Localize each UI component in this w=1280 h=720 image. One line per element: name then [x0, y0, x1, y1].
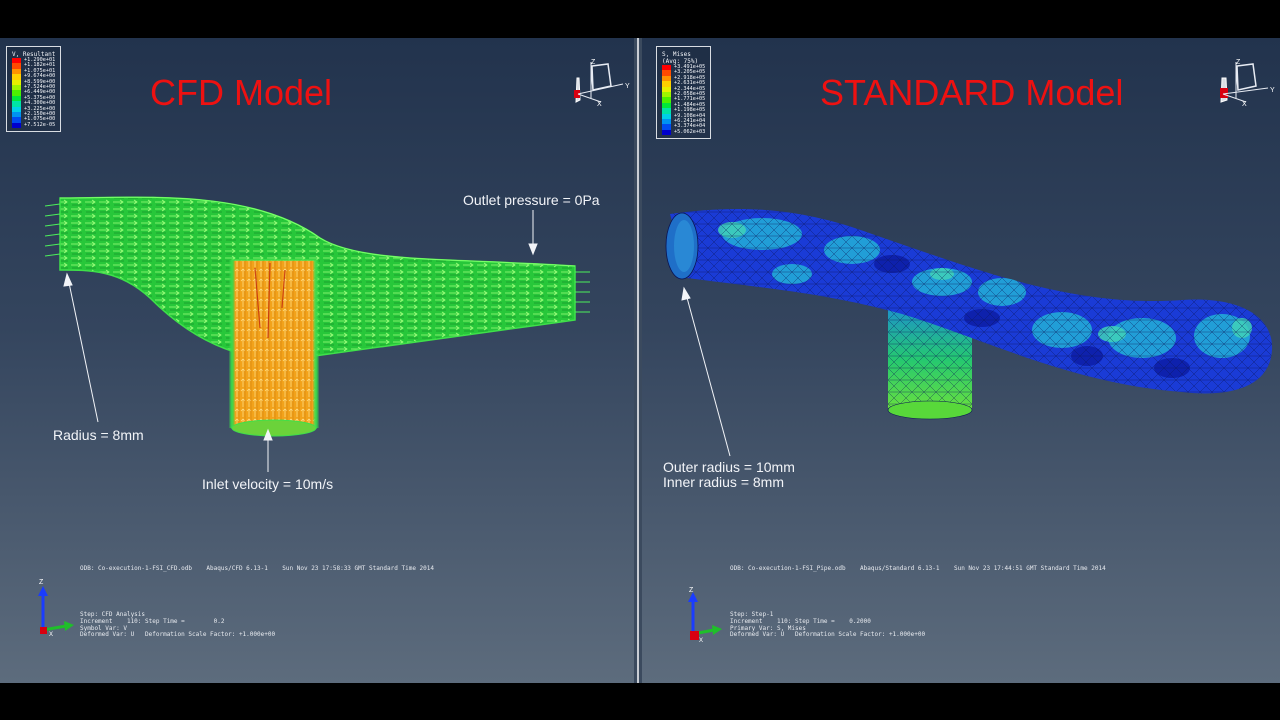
svg-text:Z: Z	[39, 579, 44, 586]
cfd-step-info: Step: CFD Analysis Increment 110: Step Ti…	[80, 611, 276, 639]
outer-radius-label: Outer radius = 10mm	[663, 459, 795, 475]
inner-radius-label: Inner radius = 8mm	[663, 474, 784, 490]
standard-deformed-var-line: Deformed Var: U Deformation Scale Factor…	[730, 631, 926, 639]
coordinate-axes-icon: Z X	[38, 579, 74, 638]
cfd-viewport[interactable]: V, Resultant +1.290e+01 +1.182e+01 +1.075e…	[0, 38, 634, 683]
radius-label: Radius = 8mm	[53, 427, 144, 443]
svg-text:X: X	[699, 638, 703, 644]
standard-odb-info: ODB: Co-execution-1-FSI_Pipe.odb Abaqus/…	[730, 565, 1106, 572]
inlet-velocity-label: Inlet velocity = 10m/s	[202, 476, 334, 492]
outlet-pressure-label: Outlet pressure = 0Pa	[463, 192, 600, 208]
standard-annotation-leaders	[681, 286, 731, 457]
svg-text:X: X	[49, 632, 53, 638]
viewport-divider[interactable]	[634, 38, 642, 683]
cfd-deformed-var-line: Deformed Var: U Deformation Scale Factor…	[80, 631, 276, 639]
standard-step-info: Step: Step-1 Increment 110: Step Time = 0…	[730, 611, 926, 639]
cfd-annotation-leaders	[63, 210, 538, 472]
coordinate-axes-icon: Z X	[688, 587, 722, 644]
standard-viewport[interactable]: S, Mises (Avg: 75%) +3.491e+05 +3.205e+05…	[642, 38, 1280, 683]
cfd-odb-info: ODB: Co-execution-1-FSI_CFD.odb Abaqus/C…	[80, 565, 435, 572]
